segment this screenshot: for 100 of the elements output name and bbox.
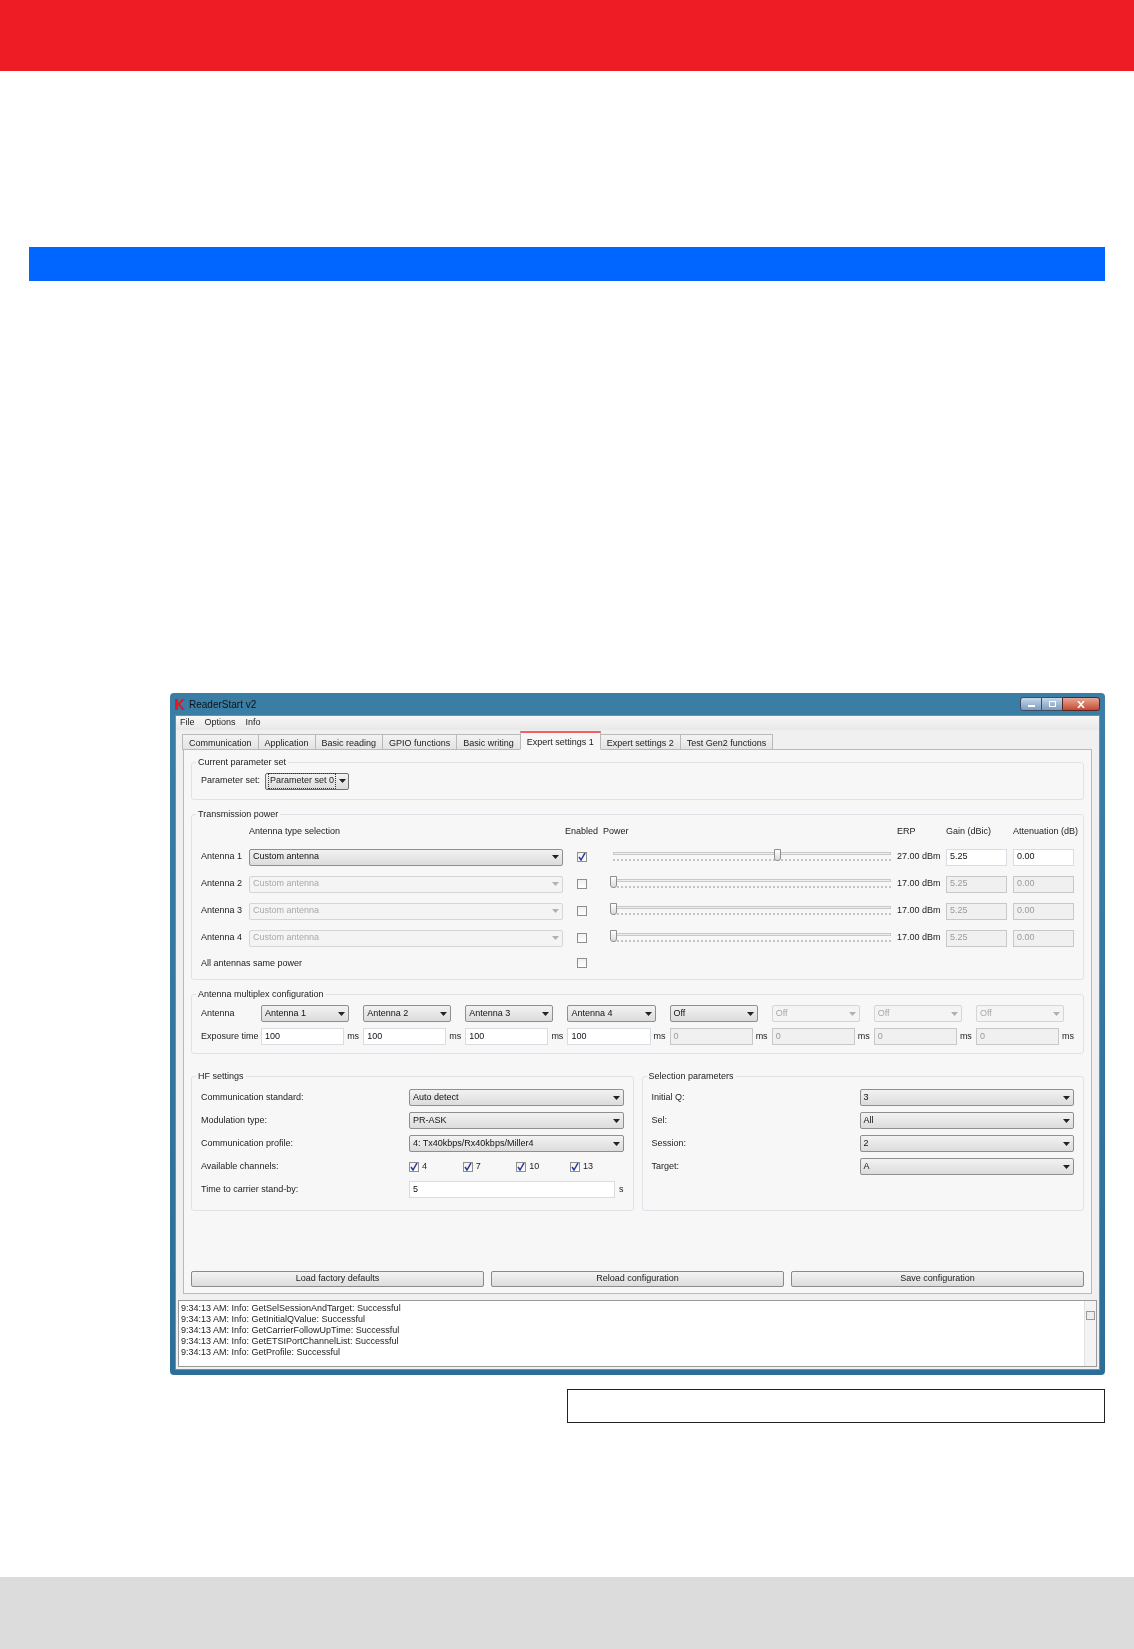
tab[interactable]: Basic writing: [456, 734, 521, 750]
row-label: Antenna: [201, 1006, 236, 1020]
antenna-label: Antenna 1: [201, 850, 243, 864]
input-field[interactable]: 100: [363, 1028, 447, 1045]
scrollbar[interactable]: [1084, 1301, 1096, 1366]
log-line: 9:34:13 AM: Info: GetProfile: Successful: [181, 1347, 342, 1358]
checkbox[interactable]: [462, 1161, 473, 1172]
caret-icon: [338, 1011, 346, 1016]
menu-item[interactable]: Info: [245, 716, 261, 730]
field-label: Modulation type:: [201, 1113, 269, 1127]
dropdown[interactable]: PR-ASK: [409, 1112, 624, 1129]
slider-thumb[interactable]: [774, 849, 781, 861]
group-title: Transmission power: [196, 808, 281, 822]
checkbox[interactable]: [516, 1161, 527, 1172]
caret-icon: [612, 1095, 620, 1100]
dropdown[interactable]: 2: [859, 1135, 1074, 1152]
caret-icon: [1063, 1095, 1070, 1100]
field-label: Available channels:: [201, 1159, 280, 1173]
dropdown[interactable]: Auto detect: [409, 1089, 624, 1106]
close-button[interactable]: [1062, 697, 1100, 711]
erp-value: 17.00 dBm: [897, 931, 940, 945]
unit-label: ms: [551, 1029, 564, 1043]
caret-icon: [552, 882, 559, 886]
field-label: Communication profile:: [201, 1136, 295, 1150]
erp-value: 27.00 dBm: [897, 850, 940, 864]
field-label: Sel:: [651, 1113, 668, 1127]
field-label: Parameter set:: [201, 774, 261, 788]
checkbox[interactable]: [577, 852, 587, 862]
dropdown[interactable]: Antenna 1: [261, 1005, 350, 1022]
action-button[interactable]: Load factory defaults: [191, 1271, 484, 1287]
unit-label: s: [619, 1182, 624, 1196]
channel-label: 10: [529, 1159, 540, 1173]
channel-label: 7: [475, 1159, 481, 1173]
menu-item[interactable]: File: [180, 716, 195, 730]
menu-item[interactable]: Options: [204, 716, 236, 730]
input-field[interactable]: 100: [465, 1028, 549, 1045]
input-field[interactable]: 5: [409, 1181, 615, 1198]
dropdown[interactable]: 3: [859, 1089, 1074, 1106]
unit-label: ms: [959, 1029, 972, 1043]
minimize-button[interactable]: [1020, 697, 1042, 711]
field-label: Initial Q:: [651, 1090, 686, 1104]
group-title: Current parameter set: [196, 756, 289, 770]
caret-icon: [440, 1011, 448, 1016]
unit-label: ms: [1062, 1029, 1074, 1043]
field-label: Session:: [651, 1136, 688, 1150]
column-header: Antenna type selection: [249, 825, 342, 838]
tab[interactable]: Expert settings 2: [599, 734, 681, 750]
unit-label: ms: [755, 1029, 768, 1043]
caret-icon: [542, 1011, 550, 1016]
log-line: 9:34:13 AM: Info: GetETSIPortChannelList: Successful: [181, 1336, 400, 1347]
column-header: Power: [603, 825, 630, 838]
caret-icon: [746, 1011, 754, 1016]
caret-icon: [1063, 1164, 1070, 1169]
dropdown[interactable]: Antenna 4: [567, 1005, 656, 1022]
channel-label: 4: [422, 1159, 427, 1173]
maximize-button[interactable]: [1042, 697, 1062, 711]
caret-icon: [1053, 1011, 1060, 1016]
parameter-dropdown[interactable]: Parameter set 0: [265, 772, 350, 790]
checkbox[interactable]: [409, 1161, 419, 1172]
field-label: Time to carrier stand-by:: [201, 1182, 300, 1196]
column-header: ERP: [897, 825, 917, 838]
dropdown[interactable]: All: [859, 1112, 1074, 1129]
dropdown[interactable]: 4: Tx40kbps/Rx40kbps/Miller4: [409, 1135, 624, 1152]
tab[interactable]: Basic reading: [314, 734, 384, 750]
input-field[interactable]: 100: [567, 1028, 651, 1045]
dropdown[interactable]: Off: [669, 1005, 758, 1022]
group-title: Selection parameters: [646, 1070, 736, 1084]
dropdown[interactable]: Antenna 3: [465, 1005, 554, 1022]
caret-icon: [339, 779, 347, 783]
dropdown[interactable]: Custom antenna: [249, 848, 563, 866]
close-icon: [1077, 700, 1085, 708]
caret-icon: [612, 1118, 620, 1123]
erp-value: 17.00 dBm: [897, 904, 940, 918]
tab[interactable]: GPIO functions: [382, 734, 458, 750]
antenna-label: Antenna 3: [201, 904, 243, 918]
unit-label: ms: [857, 1029, 870, 1043]
dropdown[interactable]: Antenna 2: [363, 1005, 452, 1022]
action-button[interactable]: Save configuration: [791, 1271, 1084, 1287]
input-field[interactable]: 5.25: [946, 848, 1007, 866]
input-field[interactable]: 0.00: [1013, 848, 1074, 866]
caret-icon: [950, 1011, 958, 1016]
checkbox[interactable]: [577, 958, 587, 969]
action-button[interactable]: Reload configuration: [491, 1271, 784, 1287]
caret-icon: [552, 855, 559, 859]
channel-label: 13: [582, 1159, 593, 1173]
tab[interactable]: Communication: [182, 734, 259, 750]
input-field[interactable]: 100: [261, 1028, 345, 1045]
group-title: HF settings: [196, 1070, 246, 1084]
tab[interactable]: Expert settings 1: [519, 731, 601, 750]
dropdown[interactable]: A: [859, 1158, 1074, 1175]
row-label: Exposure time: [201, 1029, 257, 1043]
checkbox[interactable]: [569, 1161, 580, 1172]
log-line: 9:34:13 AM: Info: GetSelSessionAndTarget: Successful: [181, 1303, 402, 1314]
caret-icon: [1063, 1141, 1070, 1146]
caret-icon: [644, 1011, 652, 1016]
option-label: All antennas same power: [201, 956, 304, 970]
tab[interactable]: Test Gen2 functions: [679, 734, 774, 750]
caret-icon: [1063, 1118, 1070, 1123]
app-logo-icon: [175, 698, 185, 710]
tab[interactable]: Application: [257, 734, 316, 750]
